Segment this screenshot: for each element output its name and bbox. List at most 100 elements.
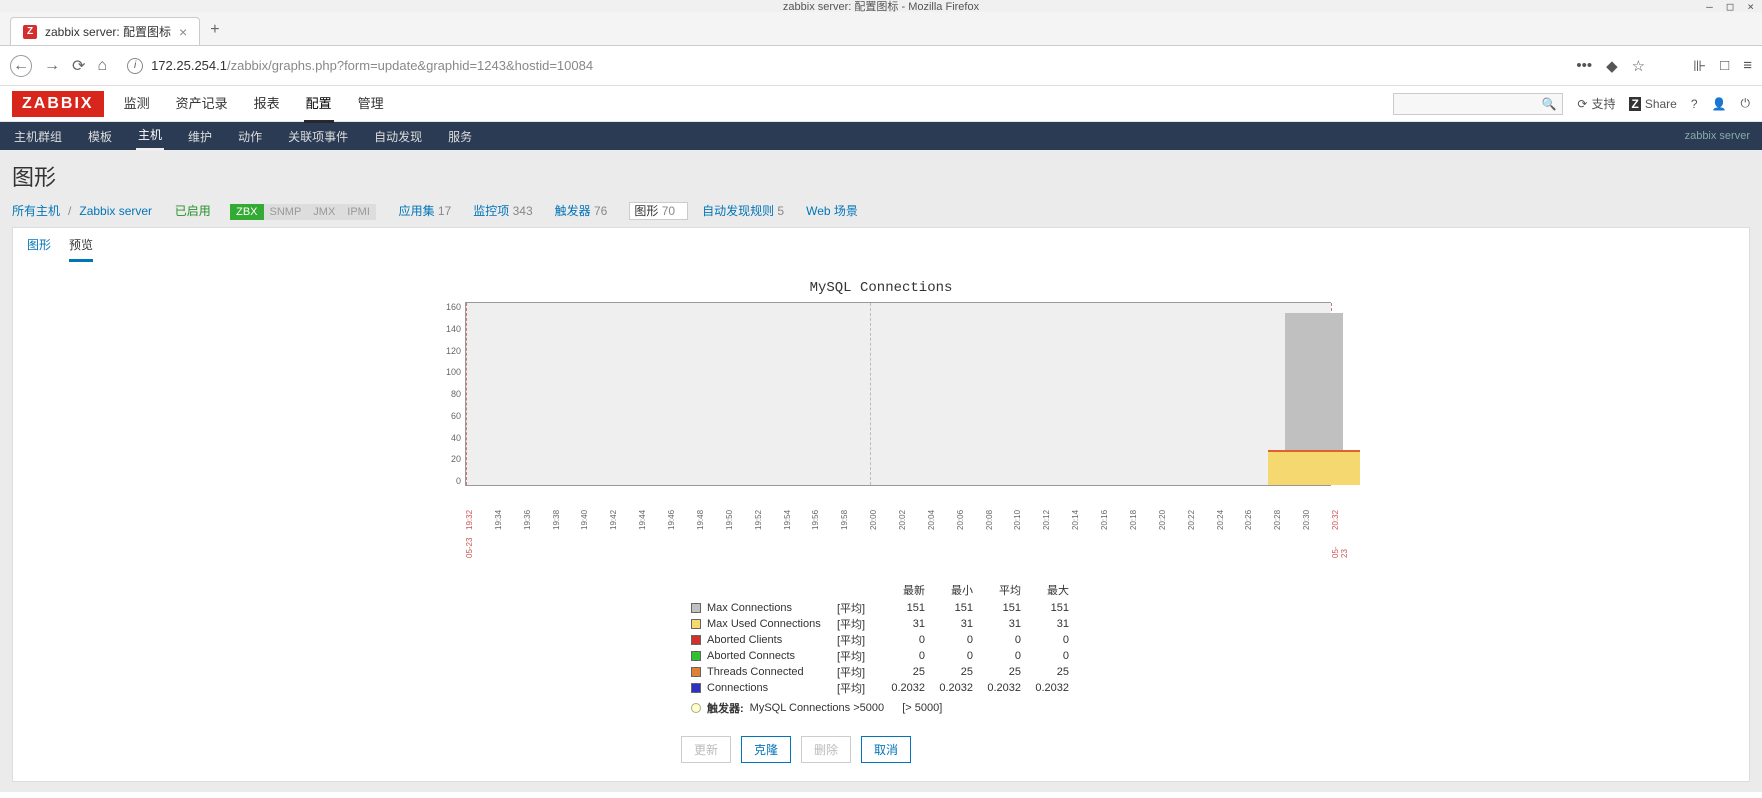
button-row: 更新 克隆 删除 取消: [681, 736, 1331, 763]
share-link[interactable]: Z Share: [1629, 97, 1676, 111]
filter-图形[interactable]: 图形 70: [629, 202, 688, 220]
url-path: /zabbix/graphs.php?form=update&graphid=1…: [227, 58, 593, 73]
sub-nav-主机[interactable]: 主机: [136, 121, 164, 151]
window-minimize-icon[interactable]: —: [1706, 0, 1713, 13]
badge-JMX: JMX: [307, 204, 341, 220]
bar-max-used-connections: [1268, 450, 1360, 485]
reader-icon[interactable]: ◆: [1606, 57, 1618, 75]
card-tab-图形[interactable]: 图形: [27, 236, 51, 262]
legend-Aborted-Connects: Aborted Connects[平均]0000: [691, 648, 1071, 664]
help-icon[interactable]: ?: [1691, 97, 1698, 111]
sidebar-panel-icon[interactable]: □: [1720, 57, 1729, 74]
legend-Max-Connections: Max Connections[平均]151151151151: [691, 600, 1071, 616]
chart-area: MySQL Connections 160140120100806040200 …: [431, 280, 1331, 763]
update-button: 更新: [681, 736, 731, 763]
library-icon[interactable]: ⊪: [1693, 57, 1706, 75]
sub-nav-关联项事件[interactable]: 关联项事件: [286, 123, 350, 150]
sub-nav-模板[interactable]: 模板: [86, 123, 114, 150]
url-host: 172.25.254.1: [151, 58, 227, 73]
user-icon[interactable]: 👤: [1712, 97, 1727, 111]
legend-Threads-Connected: Threads Connected[平均]25252525: [691, 664, 1071, 680]
more-icon[interactable]: •••: [1576, 57, 1592, 74]
swatch-icon: [691, 619, 701, 629]
swatch-icon: [691, 651, 701, 661]
page-title: 图形: [12, 160, 1750, 192]
legend-Connections: Connections[平均]0.20320.20320.20320.2032: [691, 680, 1071, 696]
zabbix-top-nav: ZABBIX 监测资产记录报表配置管理 🔍 ⟳ 支持 Z Share ? 👤 ⏻: [0, 86, 1762, 122]
legend-Aborted-Clients: Aborted Clients[平均]0000: [691, 632, 1071, 648]
legend-Max-Used-Connections: Max Used Connections[平均]31313131: [691, 616, 1071, 632]
filter-Web 场景[interactable]: Web 场景: [806, 204, 858, 218]
back-icon[interactable]: ←: [10, 55, 32, 77]
zabbix-logo[interactable]: ZABBIX: [12, 91, 104, 117]
search-icon: 🔍: [1541, 97, 1556, 111]
window-maximize-icon[interactable]: □: [1727, 0, 1734, 13]
swatch-icon: [691, 635, 701, 645]
home-icon[interactable]: ⌂: [97, 57, 107, 75]
x-axis: 19:3219:3419:3619:3819:4019:4219:4419:46…: [465, 502, 1331, 552]
sub-nav-自动发现[interactable]: 自动发现: [372, 123, 424, 150]
cancel-button[interactable]: 取消: [861, 736, 911, 763]
badge-ZBX: ZBX: [230, 204, 263, 220]
filter-应用集[interactable]: 应用集: [399, 204, 435, 218]
page-content: 图形 所有主机 / Zabbix server 已启用 ZBXSNMPJMXIP…: [0, 150, 1762, 792]
y-axis: 160140120100806040200: [431, 302, 465, 486]
site-info-icon[interactable]: i: [127, 58, 143, 74]
new-tab-button[interactable]: +: [200, 15, 229, 45]
main-nav-资产记录[interactable]: 资产记录: [174, 85, 230, 123]
filter-触发器[interactable]: 触发器: [555, 204, 591, 218]
sub-nav-right: zabbix server: [1685, 130, 1750, 142]
swatch-icon: [691, 603, 701, 613]
sub-nav-主机群组[interactable]: 主机群组: [12, 123, 64, 150]
hamburger-menu-icon[interactable]: ≡: [1743, 57, 1752, 74]
badge-SNMP: SNMP: [264, 204, 308, 220]
sub-nav: 主机群组模板主机维护动作关联项事件自动发现服务 zabbix server: [0, 122, 1762, 150]
chart-plot: 160140120100806040200: [431, 302, 1331, 502]
power-icon[interactable]: ⏻: [1741, 96, 1751, 111]
card-tab-预览[interactable]: 预览: [69, 236, 93, 262]
sub-nav-服务[interactable]: 服务: [446, 123, 474, 150]
plot-box: [465, 302, 1331, 486]
legend-header: 最新最小平均最大: [691, 582, 1071, 598]
favicon-icon: Z: [23, 25, 37, 39]
search-input[interactable]: 🔍: [1393, 93, 1563, 115]
tab-close-icon[interactable]: ×: [179, 24, 187, 40]
sub-nav-动作[interactable]: 动作: [236, 123, 264, 150]
main-nav-报表[interactable]: 报表: [252, 85, 282, 123]
trigger-row: 触发器: MySQL Connections >5000 [> 5000]: [691, 700, 1071, 716]
breadcrumb-all-hosts[interactable]: 所有主机: [12, 202, 60, 219]
window-close-icon[interactable]: ×: [1747, 0, 1754, 13]
browser-tab[interactable]: Z zabbix server: 配置图标 ×: [10, 17, 200, 45]
trigger-circle-icon: [691, 703, 701, 713]
status-enabled: 已启用: [175, 202, 211, 219]
desktop-title-bar: zabbix server: 配置图标 - Mozilla Firefox — …: [0, 0, 1762, 12]
content-card: 图形预览 MySQL Connections 16014012010080604…: [12, 227, 1750, 782]
reload-icon[interactable]: ⟳: [72, 56, 85, 76]
browser-nav-bar: ← → ⟳ ⌂ i 172.25.254.1/zabbix/graphs.php…: [0, 46, 1762, 86]
delete-button: 删除: [801, 736, 851, 763]
swatch-icon: [691, 683, 701, 693]
tab-title: zabbix server: 配置图标: [45, 23, 171, 40]
badge-IPMI: IPMI: [341, 204, 376, 220]
clone-button[interactable]: 克隆: [741, 736, 791, 763]
breadcrumb-server[interactable]: Zabbix server: [79, 204, 152, 218]
url-bar[interactable]: i 172.25.254.1/zabbix/graphs.php?form=up…: [119, 54, 1564, 78]
main-nav-配置[interactable]: 配置: [304, 85, 334, 123]
window-title: zabbix server: 配置图标 - Mozilla Firefox: [783, 0, 979, 14]
sub-nav-维护[interactable]: 维护: [186, 123, 214, 150]
filter-监控项[interactable]: 监控项: [473, 204, 509, 218]
chart-title: MySQL Connections: [431, 280, 1331, 296]
filter-自动发现规则[interactable]: 自动发现规则: [702, 204, 774, 218]
breadcrumb-filter-row: 所有主机 / Zabbix server 已启用 ZBXSNMPJMXIPMI …: [12, 202, 1750, 219]
main-nav-监测[interactable]: 监测: [122, 85, 152, 123]
url-actions: ••• ◆ ☆ ⊪ □ ≡: [1576, 57, 1752, 75]
bookmark-star-icon[interactable]: ☆: [1632, 57, 1645, 75]
support-link[interactable]: ⟳ 支持: [1577, 95, 1615, 112]
main-nav: 监测资产记录报表配置管理: [122, 85, 386, 123]
main-nav-管理[interactable]: 管理: [356, 85, 386, 123]
forward-icon[interactable]: →: [44, 57, 60, 75]
card-tabs: 图形预览: [13, 228, 1749, 262]
swatch-icon: [691, 667, 701, 677]
legend: 最新最小平均最大 Max Connections[平均]151151151151…: [691, 582, 1071, 716]
browser-tab-strip: Z zabbix server: 配置图标 × +: [0, 12, 1762, 46]
